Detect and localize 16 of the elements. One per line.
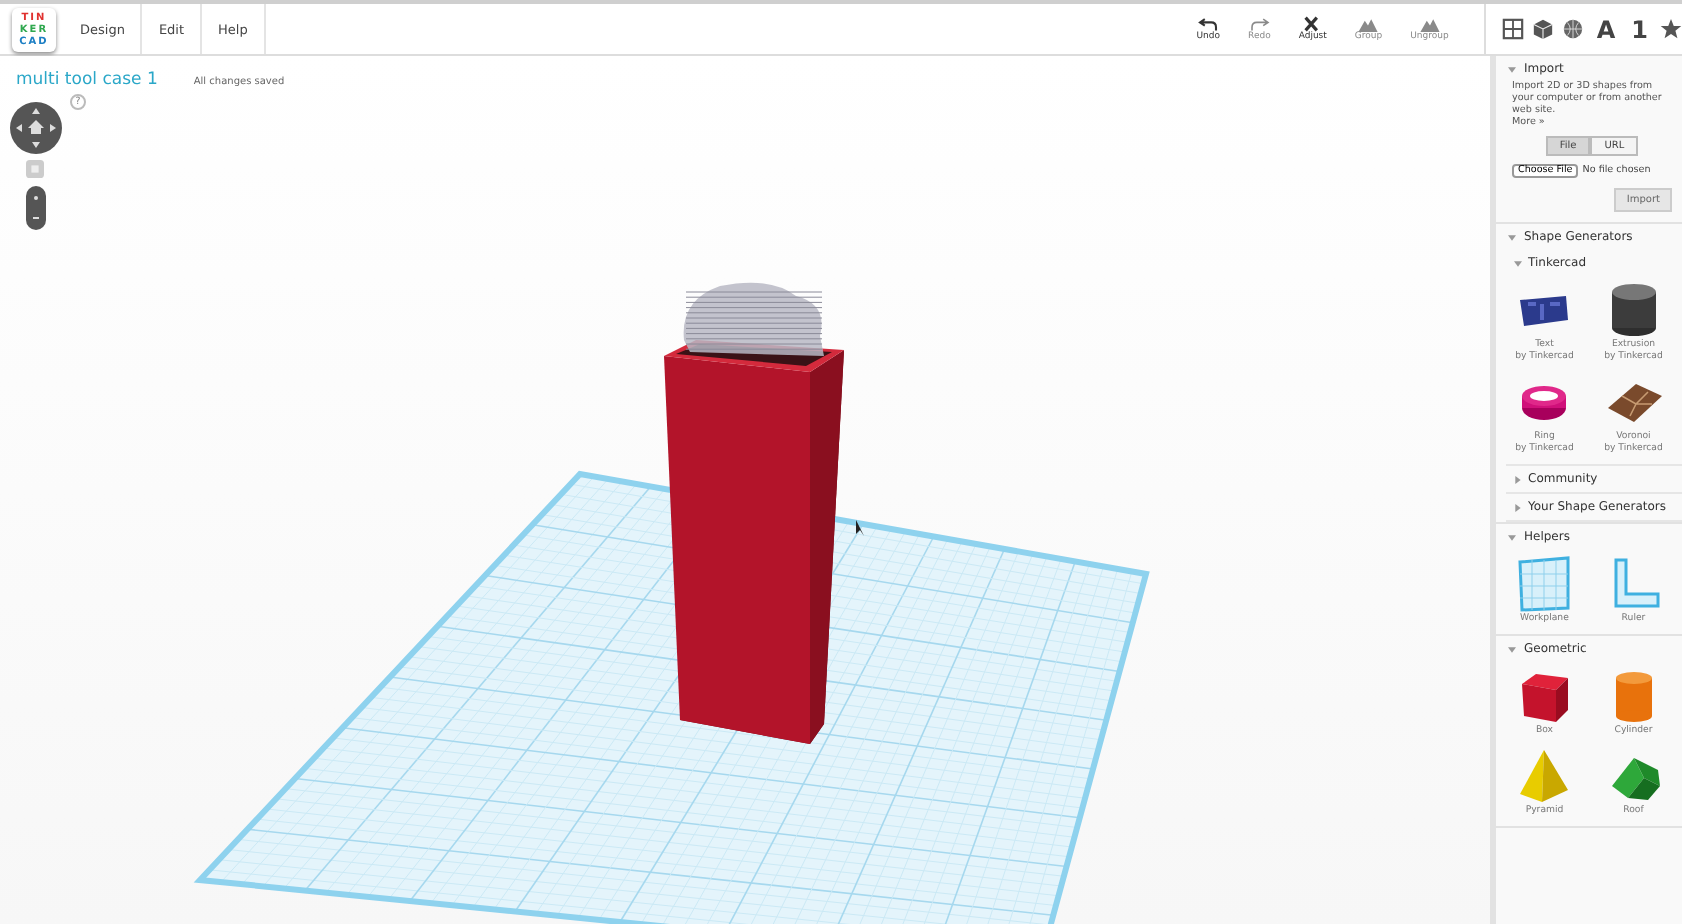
cross-icon: [1302, 16, 1323, 32]
hole-shape-drawing: [683, 282, 824, 356]
view-button[interactable]: A: [1592, 15, 1620, 43]
mountain-icon: [1419, 16, 1440, 32]
navigation-pad-icon[interactable]: [10, 102, 62, 154]
star-icon[interactable]: [1660, 18, 1682, 40]
cube-view-icon[interactable]: [1532, 18, 1555, 40]
view-button[interactable]: 1: [1627, 15, 1652, 43]
sphere-view-icon[interactable]: [1562, 18, 1585, 40]
mouse-cursor-icon: [856, 520, 864, 536]
zoom-control-icon[interactable]: [26, 186, 46, 230]
redo-icon: [1249, 16, 1270, 32]
grid-view-icon[interactable]: [1502, 18, 1525, 40]
mountain-icon: [1358, 16, 1379, 32]
undo-icon: [1198, 16, 1219, 32]
workplane-shape-icon: [1514, 554, 1575, 614]
